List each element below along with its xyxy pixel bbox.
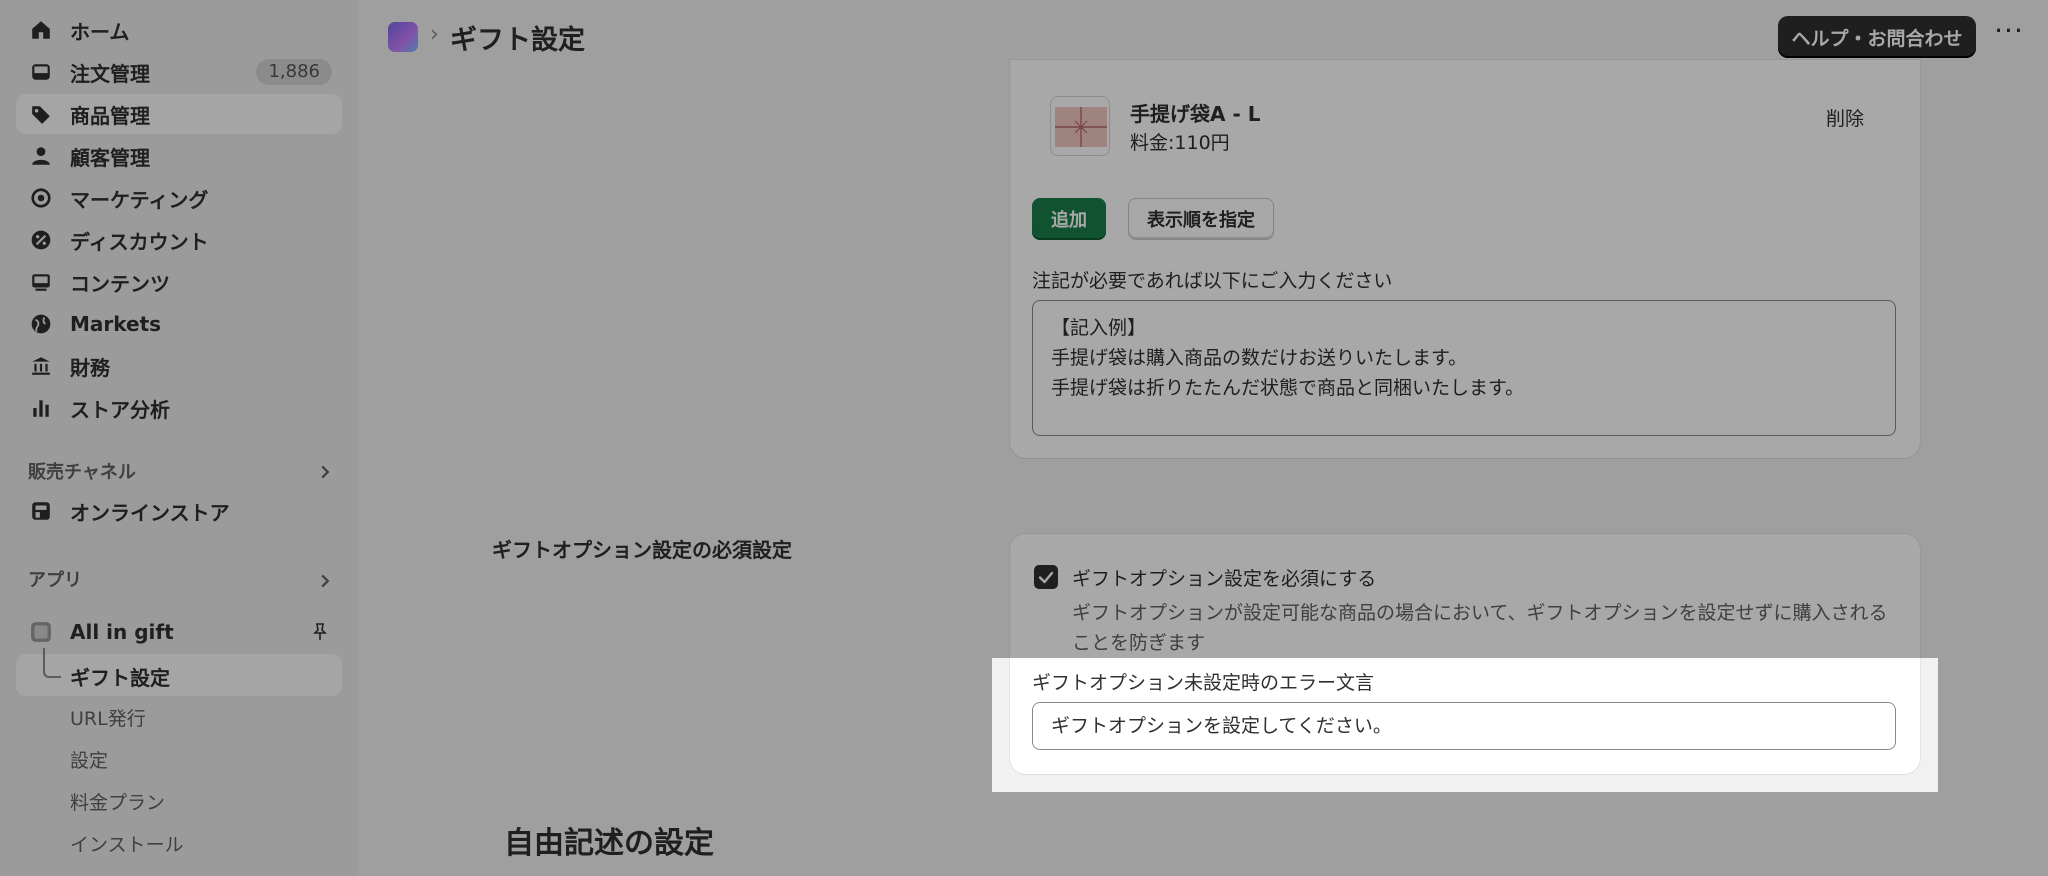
note-label: 注記が必要であれば以下にご入力ください [1032, 270, 1393, 292]
set-display-order-button[interactable]: 表示順を指定 [1128, 198, 1274, 240]
error-message-label: ギフトオプション未設定時のエラー文言 [1032, 672, 1375, 694]
product-price: 料金:110円 [1130, 132, 1230, 154]
sidebar-item-content[interactable]: コンテンツ [16, 262, 342, 302]
free-text-section-title: 自由記述の設定 [504, 826, 714, 861]
sidebar-subitem-gift-settings[interactable]: ギフト設定 [70, 662, 170, 691]
breadcrumb-separator: › [430, 22, 439, 47]
sidebar-item-home[interactable]: ホーム [16, 10, 342, 50]
sidebar-subitem-url[interactable]: URL発行 [70, 704, 146, 731]
error-message-input[interactable]: ギフトオプションを設定してください。 [1032, 702, 1896, 750]
sales-channels-heading: 販売チャネル [28, 462, 136, 483]
require-gift-option-help: ギフトオプションが設定可能な商品の場合において、ギフトオプションを設定せずに購入… [1072, 602, 1888, 654]
sidebar-item-label: 財務 [70, 355, 110, 380]
sidebar-item-analytics[interactable]: ストア分析 [16, 388, 342, 428]
sidebar-item-label: All in gift [70, 620, 174, 644]
help-contact-button[interactable]: ヘルプ・お問合わせ [1778, 16, 1976, 58]
product-thumbnail [1050, 96, 1110, 156]
sidebar-item-label: 注文管理 [70, 61, 150, 86]
gift-bag-image-icon [1055, 107, 1107, 147]
sidebar-item-label: 商品管理 [70, 103, 150, 128]
sidebar-item-label: ストア分析 [70, 397, 170, 422]
bar-chart-icon [33, 400, 49, 417]
bank-icon [32, 357, 50, 375]
apps-heading: アプリ [28, 570, 82, 591]
delete-product-link[interactable]: 削除 [1826, 104, 1864, 131]
sidebar-subitem-settings[interactable]: 設定 [70, 746, 108, 773]
sidebar-subitem-pricing[interactable]: 料金プラン [70, 788, 165, 815]
person-icon [32, 147, 50, 165]
checkmark-icon [1038, 571, 1054, 584]
sidebar-item-customers[interactable]: 顧客管理 [16, 136, 342, 176]
sidebar-item-markets[interactable]: Markets [16, 304, 342, 344]
target-icon [31, 188, 51, 208]
app-icon [31, 622, 51, 642]
globe-icon [31, 314, 51, 334]
page-title: ギフト設定 [450, 25, 585, 56]
app-logo-icon [388, 22, 418, 52]
sidebar-item-discounts[interactable]: ディスカウント [16, 220, 342, 260]
pin-icon[interactable] [310, 622, 330, 642]
sidebar-item-products[interactable]: 商品管理 [16, 94, 342, 134]
required-setting-section-label: ギフトオプション設定の必須設定 [492, 538, 792, 562]
chevron-right-icon[interactable] [318, 574, 332, 588]
require-gift-option-checkbox[interactable] [1034, 565, 1058, 589]
home-icon [32, 21, 50, 39]
discount-icon [31, 230, 51, 250]
sidebar-item-marketing[interactable]: マーケティング [16, 178, 342, 218]
tree-connector [43, 648, 61, 678]
inbox-icon [32, 64, 50, 80]
sidebar-subitem-install[interactable]: インストール [70, 830, 184, 857]
add-button[interactable]: 追加 [1032, 198, 1106, 240]
sidebar-item-label: 顧客管理 [70, 145, 150, 170]
sidebar-item-label: ホーム [70, 19, 130, 44]
more-actions-icon[interactable]: ··· [1994, 17, 2024, 52]
sidebar-item-label: オンラインストア [70, 500, 230, 525]
store-icon [32, 502, 50, 520]
sidebar-item-label: Markets [70, 312, 162, 336]
product-name: 手提げ袋A - L [1130, 102, 1261, 126]
sidebar-item-orders[interactable]: 注文管理 1,886 [16, 52, 342, 92]
sidebar-item-finance[interactable]: 財務 [16, 346, 342, 386]
tag-icon [32, 106, 50, 124]
sidebar-item-online-store[interactable]: オンラインストア [16, 491, 342, 531]
sidebar-subitem-active-bg [16, 654, 342, 696]
require-gift-option-label: ギフトオプション設定を必須にする [1072, 568, 1377, 590]
sidebar: ホーム 注文管理 1,886 商品管理 顧客管理 マーケティング ディスカウント… [0, 0, 358, 876]
sidebar-item-label: コンテンツ [70, 271, 170, 296]
orders-count-badge: 1,886 [256, 59, 332, 85]
sidebar-item-label: ディスカウント [70, 229, 209, 254]
sidebar-item-all-in-gift[interactable]: All in gift [16, 612, 342, 652]
sidebar-item-label: マーケティング [70, 187, 209, 212]
note-textarea[interactable]: 【記入例】 手提げ袋は購入商品の数だけお送りいたします。 手提げ袋は折りたたんだ… [1032, 300, 1896, 436]
chevron-right-icon[interactable] [318, 465, 332, 479]
content-icon [32, 274, 50, 291]
dim-overlay-right [1938, 658, 2048, 792]
